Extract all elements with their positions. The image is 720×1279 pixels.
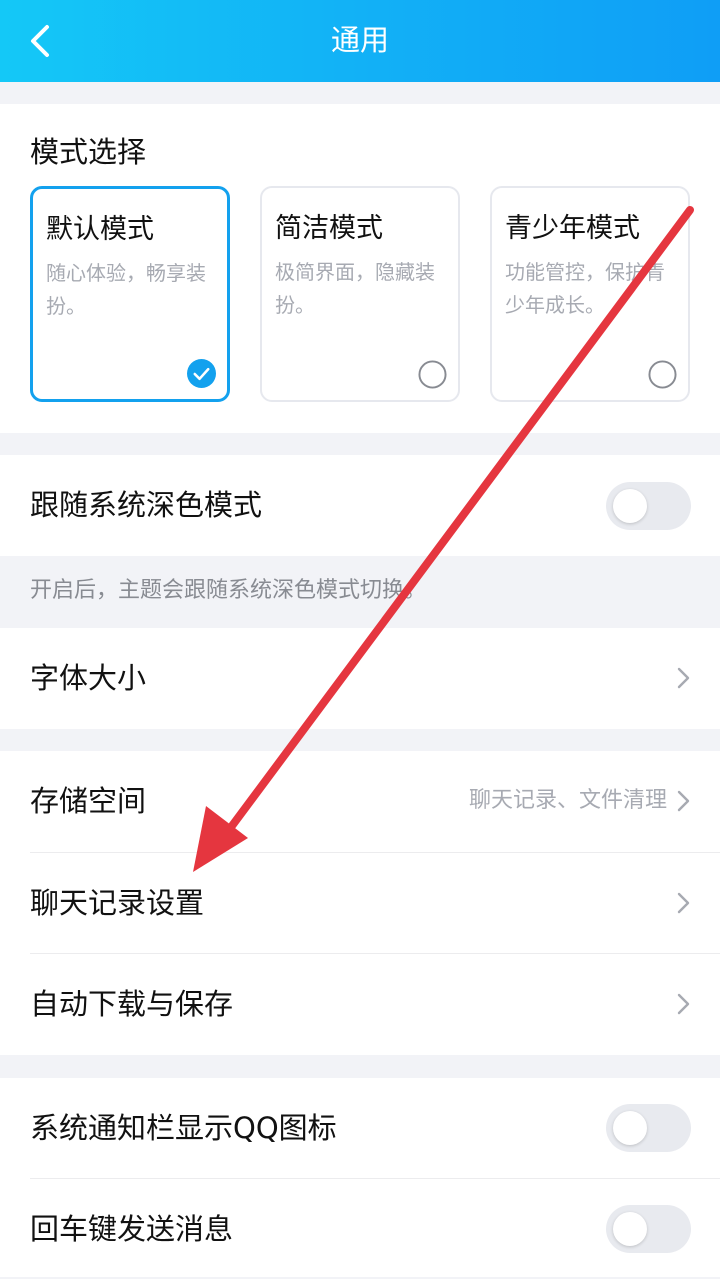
page-title: 通用 xyxy=(330,23,389,57)
mode-description: 随心体验，畅享装扮。 xyxy=(46,261,206,318)
mode-option-default[interactable]: 默认模式 随心体验，畅享装扮。 xyxy=(30,186,230,402)
toggle-knob xyxy=(613,1212,647,1246)
chevron-right-icon xyxy=(677,993,690,1015)
font-size-label: 字体大小 xyxy=(30,661,147,695)
unchecked-radio-icon xyxy=(648,360,677,389)
enter-send-toggle[interactable] xyxy=(606,1205,691,1253)
mode-description: 功能管控，保护青少年成长。 xyxy=(505,260,665,317)
dark-mode-row: 跟随系统深色模式 xyxy=(0,455,720,556)
storage-row[interactable]: 存储空间 聊天记录、文件清理 xyxy=(0,751,720,851)
storage-value: 聊天记录、文件清理 xyxy=(468,788,667,813)
mode-title: 青少年模式 xyxy=(505,213,640,244)
chat-history-settings-row[interactable]: 聊天记录设置 xyxy=(0,853,720,953)
enter-send-row: 回车键发送消息 xyxy=(0,1179,720,1279)
checked-radio-icon xyxy=(187,359,216,388)
notification-section: 系统通知栏显示QQ图标 回车键发送消息 xyxy=(0,1078,720,1277)
auto-download-row[interactable]: 自动下载与保存 xyxy=(0,954,720,1054)
enter-send-label: 回车键发送消息 xyxy=(30,1212,234,1246)
chevron-right-icon xyxy=(677,667,690,689)
dark-mode-toggle[interactable] xyxy=(606,482,691,530)
dark-mode-section: 跟随系统深色模式 xyxy=(0,455,720,556)
mode-selection-section: 模式选择 默认模式 随心体验，畅享装扮。 简洁模式 极简界面，隐藏装扮。 青少年… xyxy=(0,104,720,433)
unchecked-radio-icon xyxy=(418,360,447,389)
qq-icon-row: 系统通知栏显示QQ图标 xyxy=(0,1078,720,1178)
mode-section-label: 模式选择 xyxy=(30,135,147,169)
mode-title: 简洁模式 xyxy=(275,213,383,244)
top-bar: 通用 xyxy=(0,0,720,82)
font-size-row[interactable]: 字体大小 xyxy=(0,628,720,728)
chat-history-settings-label: 聊天记录设置 xyxy=(30,886,205,920)
qq-icon-label: 系统通知栏显示QQ图标 xyxy=(30,1111,337,1145)
mode-title: 默认模式 xyxy=(46,214,154,245)
mode-option-simple[interactable]: 简洁模式 极简界面，隐藏装扮。 xyxy=(260,186,460,402)
toggle-knob xyxy=(613,1111,647,1145)
mode-option-teen[interactable]: 青少年模式 功能管控，保护青少年成长。 xyxy=(490,186,690,402)
dark-mode-hint: 开启后，主题会跟随系统深色模式切换。 xyxy=(30,578,427,603)
mode-description: 极简界面，隐藏装扮。 xyxy=(275,260,435,317)
storage-label: 存储空间 xyxy=(30,784,147,818)
toggle-knob xyxy=(613,489,647,523)
qq-icon-toggle[interactable] xyxy=(606,1104,691,1152)
storage-section: 存储空间 聊天记录、文件清理 聊天记录设置 自动下载与保存 xyxy=(0,751,720,1055)
chevron-right-icon xyxy=(677,790,690,812)
auto-download-label: 自动下载与保存 xyxy=(30,987,234,1021)
font-size-section: 字体大小 xyxy=(0,628,720,729)
chevron-right-icon xyxy=(677,892,690,914)
dark-mode-label: 跟随系统深色模式 xyxy=(30,488,263,522)
